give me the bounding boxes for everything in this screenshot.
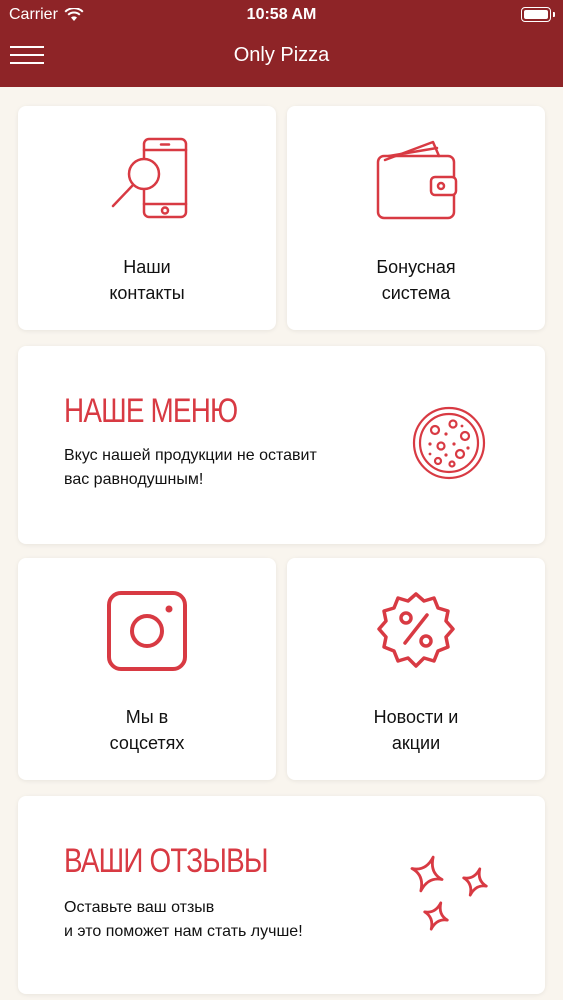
reviews-banner-title: ВАШИ ОТЗЫВЫ [64,842,269,880]
bonus-label-line1: Бонусная [376,257,456,277]
contacts-label-line1: Наши [123,257,171,277]
social-label-line2: соцсетях [109,733,185,753]
menu-banner-title: НАШЕ МЕНЮ [64,392,238,430]
page-title: Only Pizza [233,44,330,66]
news-label-line1: Новости и [373,707,459,727]
menu-banner-desc-line2: вас равнодушным! [64,471,204,488]
news-tile[interactable]: Новости и акции [287,558,545,780]
status-time: 10:58 AM [246,6,317,23]
app-header: Carrier 10:58 AM Only Pizza [0,0,563,87]
news-label-line2: акции [391,733,441,753]
wallet-icon [376,140,458,220]
phone-search-icon [111,137,188,219]
menu-banner-desc-line1: Вкус нашей продукции не оставит [64,447,317,464]
pizza-icon [412,406,486,480]
discount-badge-icon [377,592,455,668]
sparkle-stars-icon [410,855,488,931]
status-bar: Carrier 10:58 AM [0,0,563,30]
contacts-label-line2: контакты [109,283,185,303]
battery-icon [521,7,555,22]
instagram-icon [107,591,187,671]
social-label-line1: Мы в [125,707,169,727]
reviews-banner[interactable]: ВАШИ ОТЗЫВЫ Оставьте ваш отзыв и это пом… [18,796,545,994]
social-tile[interactable]: Мы в соцсетях [18,558,276,780]
menu-banner[interactable]: НАШЕ МЕНЮ Вкус нашей продукции не остави… [18,346,545,544]
reviews-banner-desc-line2: и это поможет нам стать лучше! [64,923,303,940]
contacts-tile[interactable]: Наши контакты [18,106,276,330]
bonus-label-line2: система [381,283,451,303]
reviews-banner-desc-line1: Оставьте ваш отзыв [64,899,215,916]
bonus-tile[interactable]: Бонусная система [287,106,545,330]
